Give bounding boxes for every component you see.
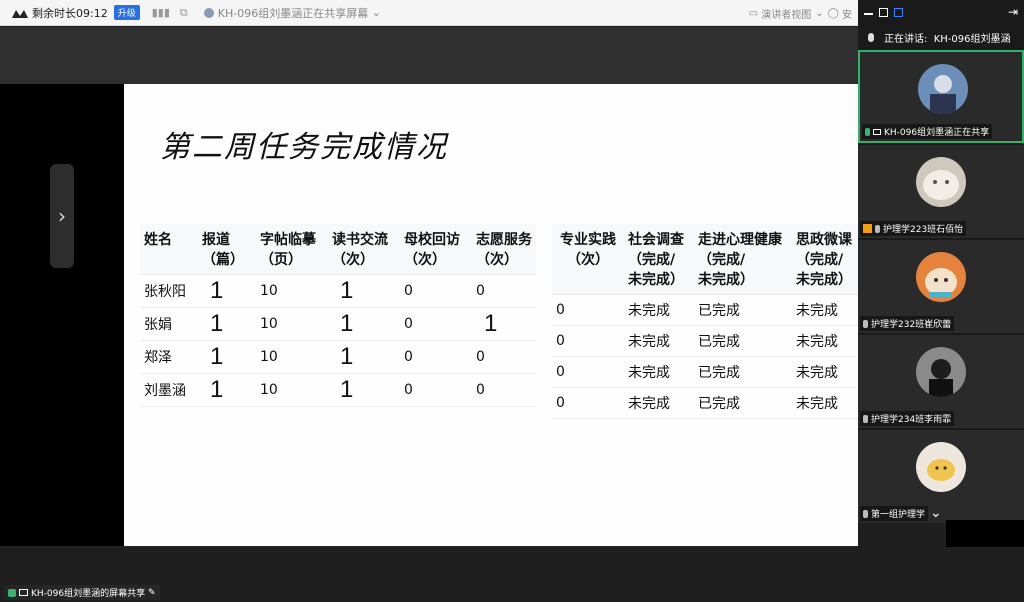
screen-share-badge: KH-096组刘墨涵的屏幕共享 ✎	[4, 585, 160, 600]
speaking-name: KH-096组刘墨涵	[933, 33, 1011, 45]
external-link-icon[interactable]: ⧉	[180, 6, 188, 20]
table-header: 姓名	[140, 224, 198, 275]
bottom-bar: KH-096组刘墨涵的屏幕共享 ✎	[0, 547, 1024, 602]
panel-controls: ⇥	[858, 0, 1024, 24]
app-logo-icon	[12, 8, 28, 18]
table-row: 张秋阳 1 10 1 0 0	[140, 274, 536, 308]
presentation-slide: 第二周任务完成情况 姓名 报道 （篇） 字帖临摹 （页） 读书交流 （次） 母校…	[124, 84, 858, 546]
table-header: 志愿服务 （次）	[472, 224, 536, 275]
table-row: 郑泽 1 10 1 0 0	[140, 340, 536, 374]
table-row: 刘墨涵 1 10 1 0 0	[140, 373, 536, 407]
sharer-avatar-icon	[203, 7, 214, 18]
participant-label: 护理学234班李雨霏	[860, 411, 955, 426]
screen-share-icon	[873, 128, 881, 135]
security-button[interactable]: 安	[842, 6, 852, 21]
participant-tile[interactable]: 第一组护理学 ⌄	[858, 430, 1024, 523]
microphone-icon	[875, 224, 880, 233]
chevron-down-icon: ⌄	[368, 6, 381, 19]
avatar	[918, 64, 968, 114]
host-icon	[863, 224, 872, 233]
chevron-down-icon[interactable]: ⌄	[930, 505, 942, 521]
signal-icon[interactable]: ▮▮▮	[152, 6, 170, 19]
upgrade-button[interactable]: 升级	[113, 5, 140, 20]
sharing-status-text: KH-096组刘墨涵正在共享屏幕	[217, 6, 369, 20]
collapse-panel-icon[interactable]: ⇥	[1008, 5, 1018, 19]
microphone-muted-icon	[863, 509, 868, 518]
window-icon[interactable]	[879, 7, 888, 17]
table-row: 0 未完成 已完成 未完成	[552, 387, 858, 419]
table-header: 走进心理健康 （完成/ 未完成）	[694, 224, 792, 295]
table-row: 0 未完成 已完成 未完成	[552, 356, 858, 388]
table-header: 专业实践 （次）	[552, 224, 624, 295]
avatar	[916, 442, 966, 492]
microphone-muted-icon	[863, 319, 868, 328]
task-table-right: 专业实践 （次） 社会调查 （完成/ 未完成） 走进心理健康 （完成/ 未完成）…	[552, 224, 858, 419]
participant-label: 护理学223班石佰怡	[860, 221, 967, 236]
participant-label: 第一组护理学	[860, 506, 929, 521]
participant-label: 护理学232班崔欣蕾	[860, 316, 955, 331]
expand-sidebar-button[interactable]: ›	[50, 164, 74, 268]
slide-title: 第二周任务完成情况	[160, 130, 448, 165]
table-row: 0 未完成 已完成 未完成	[552, 294, 858, 326]
sharing-status[interactable]: KH-096组刘墨涵正在共享屏幕 ⌄	[203, 5, 381, 21]
speaking-indicator: 正在讲话: KH-096组刘墨涵	[858, 24, 1024, 50]
screen-share-icon	[19, 589, 28, 596]
task-table-left: 姓名 报道 （篇） 字帖临摹 （页） 读书交流 （次） 母校回访 （次） 志愿服…	[140, 224, 536, 407]
table-row: 张娟 1 10 1 0 1	[140, 307, 536, 341]
chevron-right-icon: ›	[58, 204, 66, 228]
avatar	[916, 347, 966, 397]
table-header: 读书交流 （次）	[328, 224, 400, 275]
minimize-icon[interactable]	[864, 13, 873, 15]
table-header: 思政微课 （完成/ 未完成）	[792, 224, 858, 295]
list-view-icon[interactable]	[894, 7, 903, 17]
pen-icon[interactable]: ✎	[145, 588, 156, 598]
table-header: 社会调查 （完成/ 未完成）	[624, 224, 694, 295]
table-header: 字帖临摹 （页）	[256, 224, 328, 275]
shield-icon[interactable]: ◯	[828, 8, 842, 19]
panel-footer	[946, 520, 1024, 547]
participant-panel: ⇥ 正在讲话: KH-096组刘墨涵 KH-096组刘墨涵正在共享 护理学223…	[858, 0, 1024, 523]
speaking-label: 正在讲话:	[884, 33, 928, 45]
participant-tile[interactable]: 护理学232班崔欣蕾	[858, 240, 1024, 333]
avatar	[916, 252, 966, 302]
microphone-icon	[8, 588, 16, 597]
top-right-controls: ▭ 演讲者视图 ⌄ ◯ 安	[749, 0, 852, 26]
microphone-icon	[865, 127, 870, 136]
microphone-icon	[868, 32, 874, 42]
remaining-time: 剩余时长09:12	[32, 6, 108, 20]
participant-label: KH-096组刘墨涵正在共享	[862, 124, 993, 139]
participant-tile[interactable]: 护理学234班李雨霏	[858, 335, 1024, 428]
screen-share-label: KH-096组刘墨涵的屏幕共享	[31, 589, 146, 599]
table-header: 母校回访 （次）	[400, 224, 472, 275]
table-row: 0 未完成 已完成 未完成	[552, 325, 858, 357]
avatar	[916, 157, 966, 207]
table-header: 报道 （篇）	[198, 224, 256, 275]
top-bar: 剩余时长09:12 升级 ▮▮▮ ⧉ KH-096组刘墨涵正在共享屏幕 ⌄ ▭ …	[0, 0, 858, 26]
microphone-muted-icon	[863, 414, 868, 423]
view-mode-icon[interactable]: ▭	[749, 8, 762, 19]
stage-left-margin	[0, 84, 124, 546]
stage-top-band	[0, 27, 858, 84]
chevron-down-icon: ⌄	[815, 7, 824, 19]
view-mode-button[interactable]: 演讲者视图	[761, 6, 811, 21]
participant-tile[interactable]: KH-096组刘墨涵正在共享	[858, 50, 1024, 143]
participant-tile[interactable]: 护理学223班石佰怡	[858, 145, 1024, 238]
